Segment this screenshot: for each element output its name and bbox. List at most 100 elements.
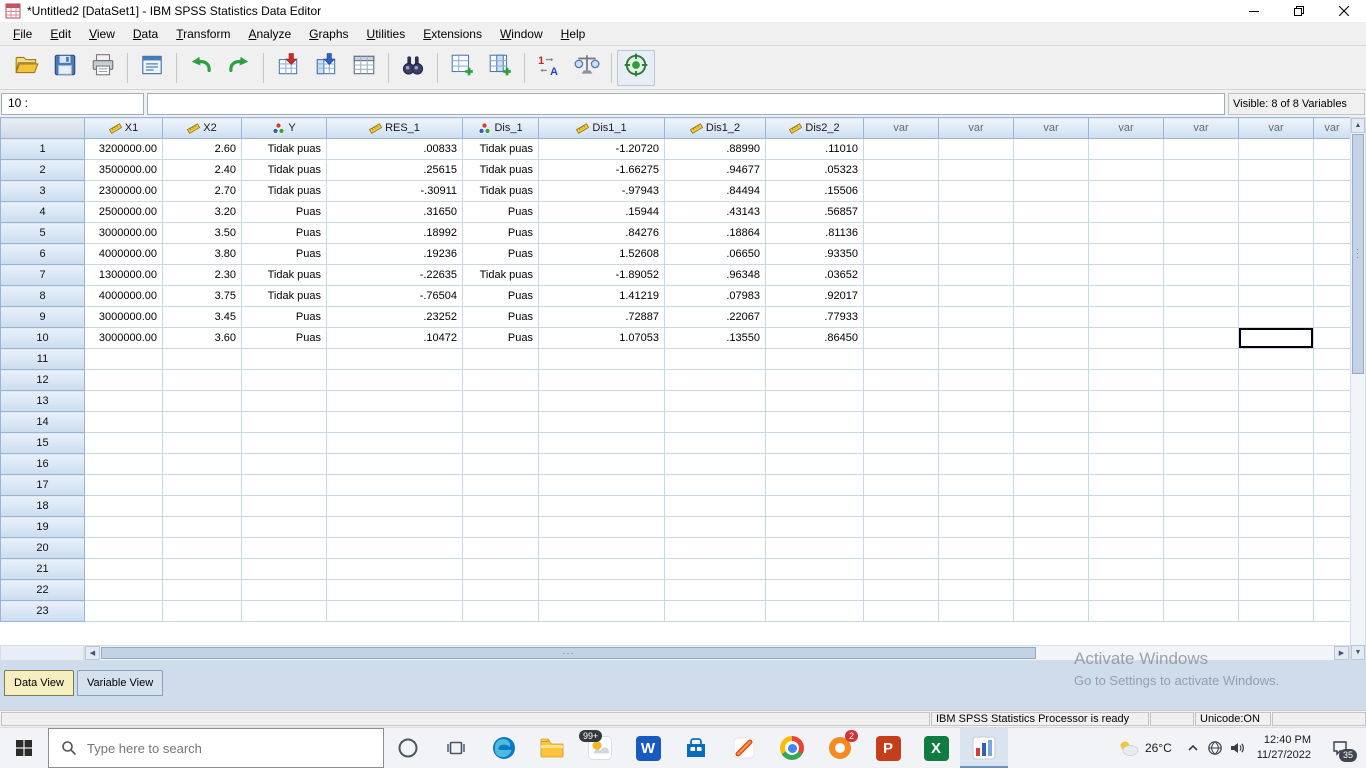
row-header[interactable]: 7	[0, 264, 85, 286]
cell[interactable]: 1300000.00	[84, 264, 163, 286]
menu-transform[interactable]: Transform	[167, 23, 239, 45]
cell[interactable]	[1163, 348, 1239, 370]
row-header[interactable]: 12	[0, 369, 85, 391]
cell[interactable]	[538, 474, 665, 496]
cell[interactable]	[765, 516, 864, 538]
column-header-var[interactable]: var	[863, 117, 939, 139]
cell[interactable]	[765, 495, 864, 517]
menu-file[interactable]: File	[4, 23, 41, 45]
taskbar-app-store[interactable]	[672, 728, 720, 768]
redo-button[interactable]	[220, 50, 258, 86]
insert-variable-button[interactable]	[481, 50, 519, 86]
cell[interactable]	[1013, 243, 1089, 265]
cell[interactable]	[863, 579, 939, 601]
cell[interactable]: 3500000.00	[84, 159, 163, 181]
cell[interactable]	[1238, 306, 1314, 328]
cell[interactable]	[162, 432, 242, 454]
cell[interactable]	[765, 579, 864, 601]
cell[interactable]	[241, 495, 327, 517]
goto-variable-button[interactable]	[307, 50, 345, 86]
menu-utilities[interactable]: Utilities	[358, 23, 415, 45]
cell[interactable]: .77933	[765, 306, 864, 328]
cell[interactable]: Puas	[462, 222, 539, 244]
row-header[interactable]: 22	[0, 579, 85, 601]
tray-overflow-button[interactable]	[1182, 728, 1204, 768]
weather-widget[interactable]: 26°C	[1107, 739, 1182, 757]
cell[interactable]	[162, 369, 242, 391]
cell[interactable]	[1313, 180, 1350, 202]
horizontal-scrollbar[interactable]: ◀ ··· ▶	[84, 645, 1350, 661]
insert-cases-button[interactable]	[443, 50, 481, 86]
cell[interactable]	[863, 327, 939, 349]
cell[interactable]	[1238, 138, 1314, 160]
vertical-scroll-thumb[interactable]: ···	[1352, 134, 1364, 374]
cell[interactable]	[1163, 453, 1239, 475]
cell[interactable]	[863, 306, 939, 328]
cell[interactable]	[1313, 138, 1350, 160]
cell[interactable]: .31650	[326, 201, 463, 223]
cell[interactable]: .15506	[765, 180, 864, 202]
cell[interactable]	[162, 348, 242, 370]
cell[interactable]	[1088, 474, 1164, 496]
cell[interactable]	[1313, 285, 1350, 307]
cell[interactable]	[1013, 306, 1089, 328]
row-header[interactable]: 5	[0, 222, 85, 244]
row-header[interactable]: 4	[0, 201, 85, 223]
cell[interactable]	[84, 348, 163, 370]
cell[interactable]	[1163, 264, 1239, 286]
row-header[interactable]: 8	[0, 285, 85, 307]
column-header-var[interactable]: var	[1013, 117, 1089, 139]
cell[interactable]	[1088, 222, 1164, 244]
notification-center-button[interactable]: 35	[1320, 728, 1360, 768]
cell[interactable]: -1.89052	[538, 264, 665, 286]
start-button[interactable]	[0, 728, 48, 768]
cell[interactable]: Puas	[241, 306, 327, 328]
cell[interactable]: 4000000.00	[84, 285, 163, 307]
column-header-Dis_1[interactable]: Dis_1	[462, 117, 539, 139]
cell[interactable]	[326, 369, 463, 391]
cell[interactable]: .43143	[664, 201, 766, 223]
cell[interactable]: 3000000.00	[84, 222, 163, 244]
cell[interactable]	[1163, 390, 1239, 412]
cell[interactable]	[1163, 495, 1239, 517]
cell[interactable]	[863, 537, 939, 559]
cell[interactable]	[1313, 537, 1350, 559]
cell[interactable]: 3.60	[162, 327, 242, 349]
cell[interactable]: .03652	[765, 264, 864, 286]
column-header-X1[interactable]: X1	[84, 117, 163, 139]
taskbar-app-word[interactable]: W	[624, 728, 672, 768]
cell[interactable]	[326, 600, 463, 622]
cell[interactable]	[1163, 306, 1239, 328]
cell[interactable]: Tidak puas	[241, 180, 327, 202]
cell[interactable]: Tidak puas	[241, 159, 327, 181]
cell[interactable]	[1088, 369, 1164, 391]
cell[interactable]	[1013, 201, 1089, 223]
cell[interactable]	[863, 369, 939, 391]
cell[interactable]	[1163, 474, 1239, 496]
cell[interactable]	[1238, 390, 1314, 412]
cell[interactable]	[162, 390, 242, 412]
row-header[interactable]: 16	[0, 453, 85, 475]
cell[interactable]: -.30911	[326, 180, 463, 202]
cell[interactable]	[84, 432, 163, 454]
cell[interactable]: Puas	[462, 327, 539, 349]
cell[interactable]: 2500000.00	[84, 201, 163, 223]
cell[interactable]	[1013, 432, 1089, 454]
cell[interactable]: .96348	[664, 264, 766, 286]
taskbar-app-red[interactable]	[720, 728, 768, 768]
row-header[interactable]: 3	[0, 180, 85, 202]
row-header[interactable]: 18	[0, 495, 85, 517]
cell[interactable]	[938, 537, 1014, 559]
cell[interactable]: Tidak puas	[241, 264, 327, 286]
cell[interactable]	[1013, 285, 1089, 307]
cell[interactable]	[1088, 327, 1164, 349]
cell[interactable]	[863, 201, 939, 223]
cell-editor[interactable]	[147, 92, 1225, 115]
cell[interactable]	[241, 369, 327, 391]
goto-case-button[interactable]	[269, 50, 307, 86]
cell[interactable]	[462, 474, 539, 496]
cell[interactable]	[241, 516, 327, 538]
cell[interactable]: .72887	[538, 306, 665, 328]
cell[interactable]	[1088, 348, 1164, 370]
cell[interactable]	[664, 411, 766, 433]
